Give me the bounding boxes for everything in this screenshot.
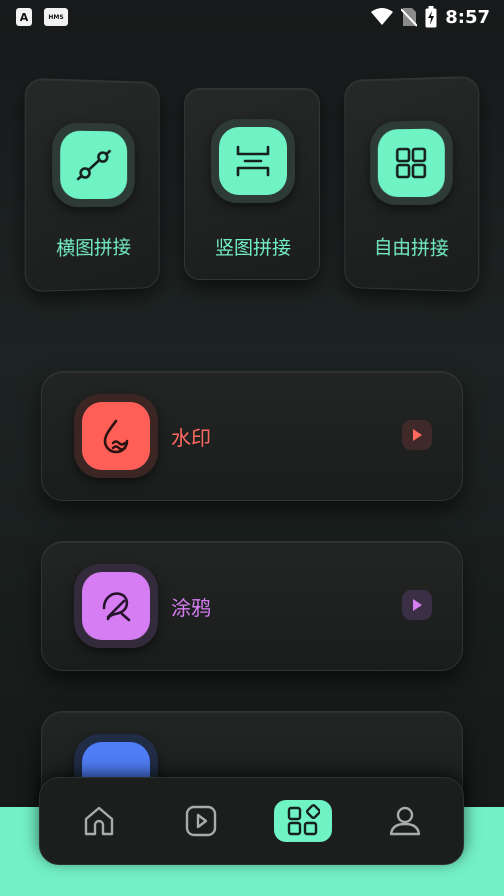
status-bar: A HMS 8:57 [0, 0, 504, 34]
grid-stitch-icon [377, 128, 445, 198]
tool-card-horizontal-stitch[interactable]: 横图拼接 [24, 77, 160, 293]
tool-label-free: 自由拼接 [373, 236, 449, 260]
vertical-stitch-icon [219, 127, 287, 195]
clock: 8:57 [445, 6, 490, 28]
nav-video[interactable] [172, 800, 230, 842]
play-square-icon [185, 805, 217, 837]
no-sim-icon [401, 8, 418, 27]
watermark-play-button[interactable] [402, 420, 432, 450]
play-icon [413, 429, 422, 441]
feature-label-watermark: 水印 [171, 426, 211, 450]
tool-icon-ring [211, 119, 295, 203]
tool-card-vertical-stitch[interactable]: 竖图拼接 [184, 88, 320, 280]
play-icon [413, 599, 422, 611]
tool-icon-ring [370, 120, 453, 206]
home-icon [84, 806, 114, 836]
nav-tools[interactable] [274, 800, 332, 842]
feature-label-doodle: 涂鸦 [171, 596, 211, 620]
feature-icon-ring [74, 394, 158, 478]
nav-profile[interactable] [376, 800, 434, 842]
tool-label-vertical: 竖图拼接 [214, 237, 291, 259]
app-a-icon: A [16, 8, 32, 26]
wifi-icon [371, 8, 394, 25]
apps-grid-icon [287, 804, 320, 836]
tool-icon-ring [52, 122, 135, 208]
hms-icon: HMS [44, 8, 68, 26]
bottom-nav [39, 777, 464, 865]
tool-label-horizontal: 横图拼接 [56, 236, 131, 260]
user-icon [389, 806, 421, 836]
doodle-play-button[interactable] [402, 590, 432, 620]
feature-card-watermark[interactable]: 水印 [41, 371, 463, 501]
doodle-icon [82, 572, 150, 640]
nav-home[interactable] [70, 800, 128, 842]
horizontal-stitch-icon [60, 130, 128, 200]
battery-charging-icon [425, 6, 437, 28]
feature-card-doodle[interactable]: 涂鸦 [41, 541, 463, 671]
tool-card-free-stitch[interactable]: 自由拼接 [344, 75, 480, 293]
watermark-icon [82, 402, 150, 470]
feature-icon-ring [74, 564, 158, 648]
